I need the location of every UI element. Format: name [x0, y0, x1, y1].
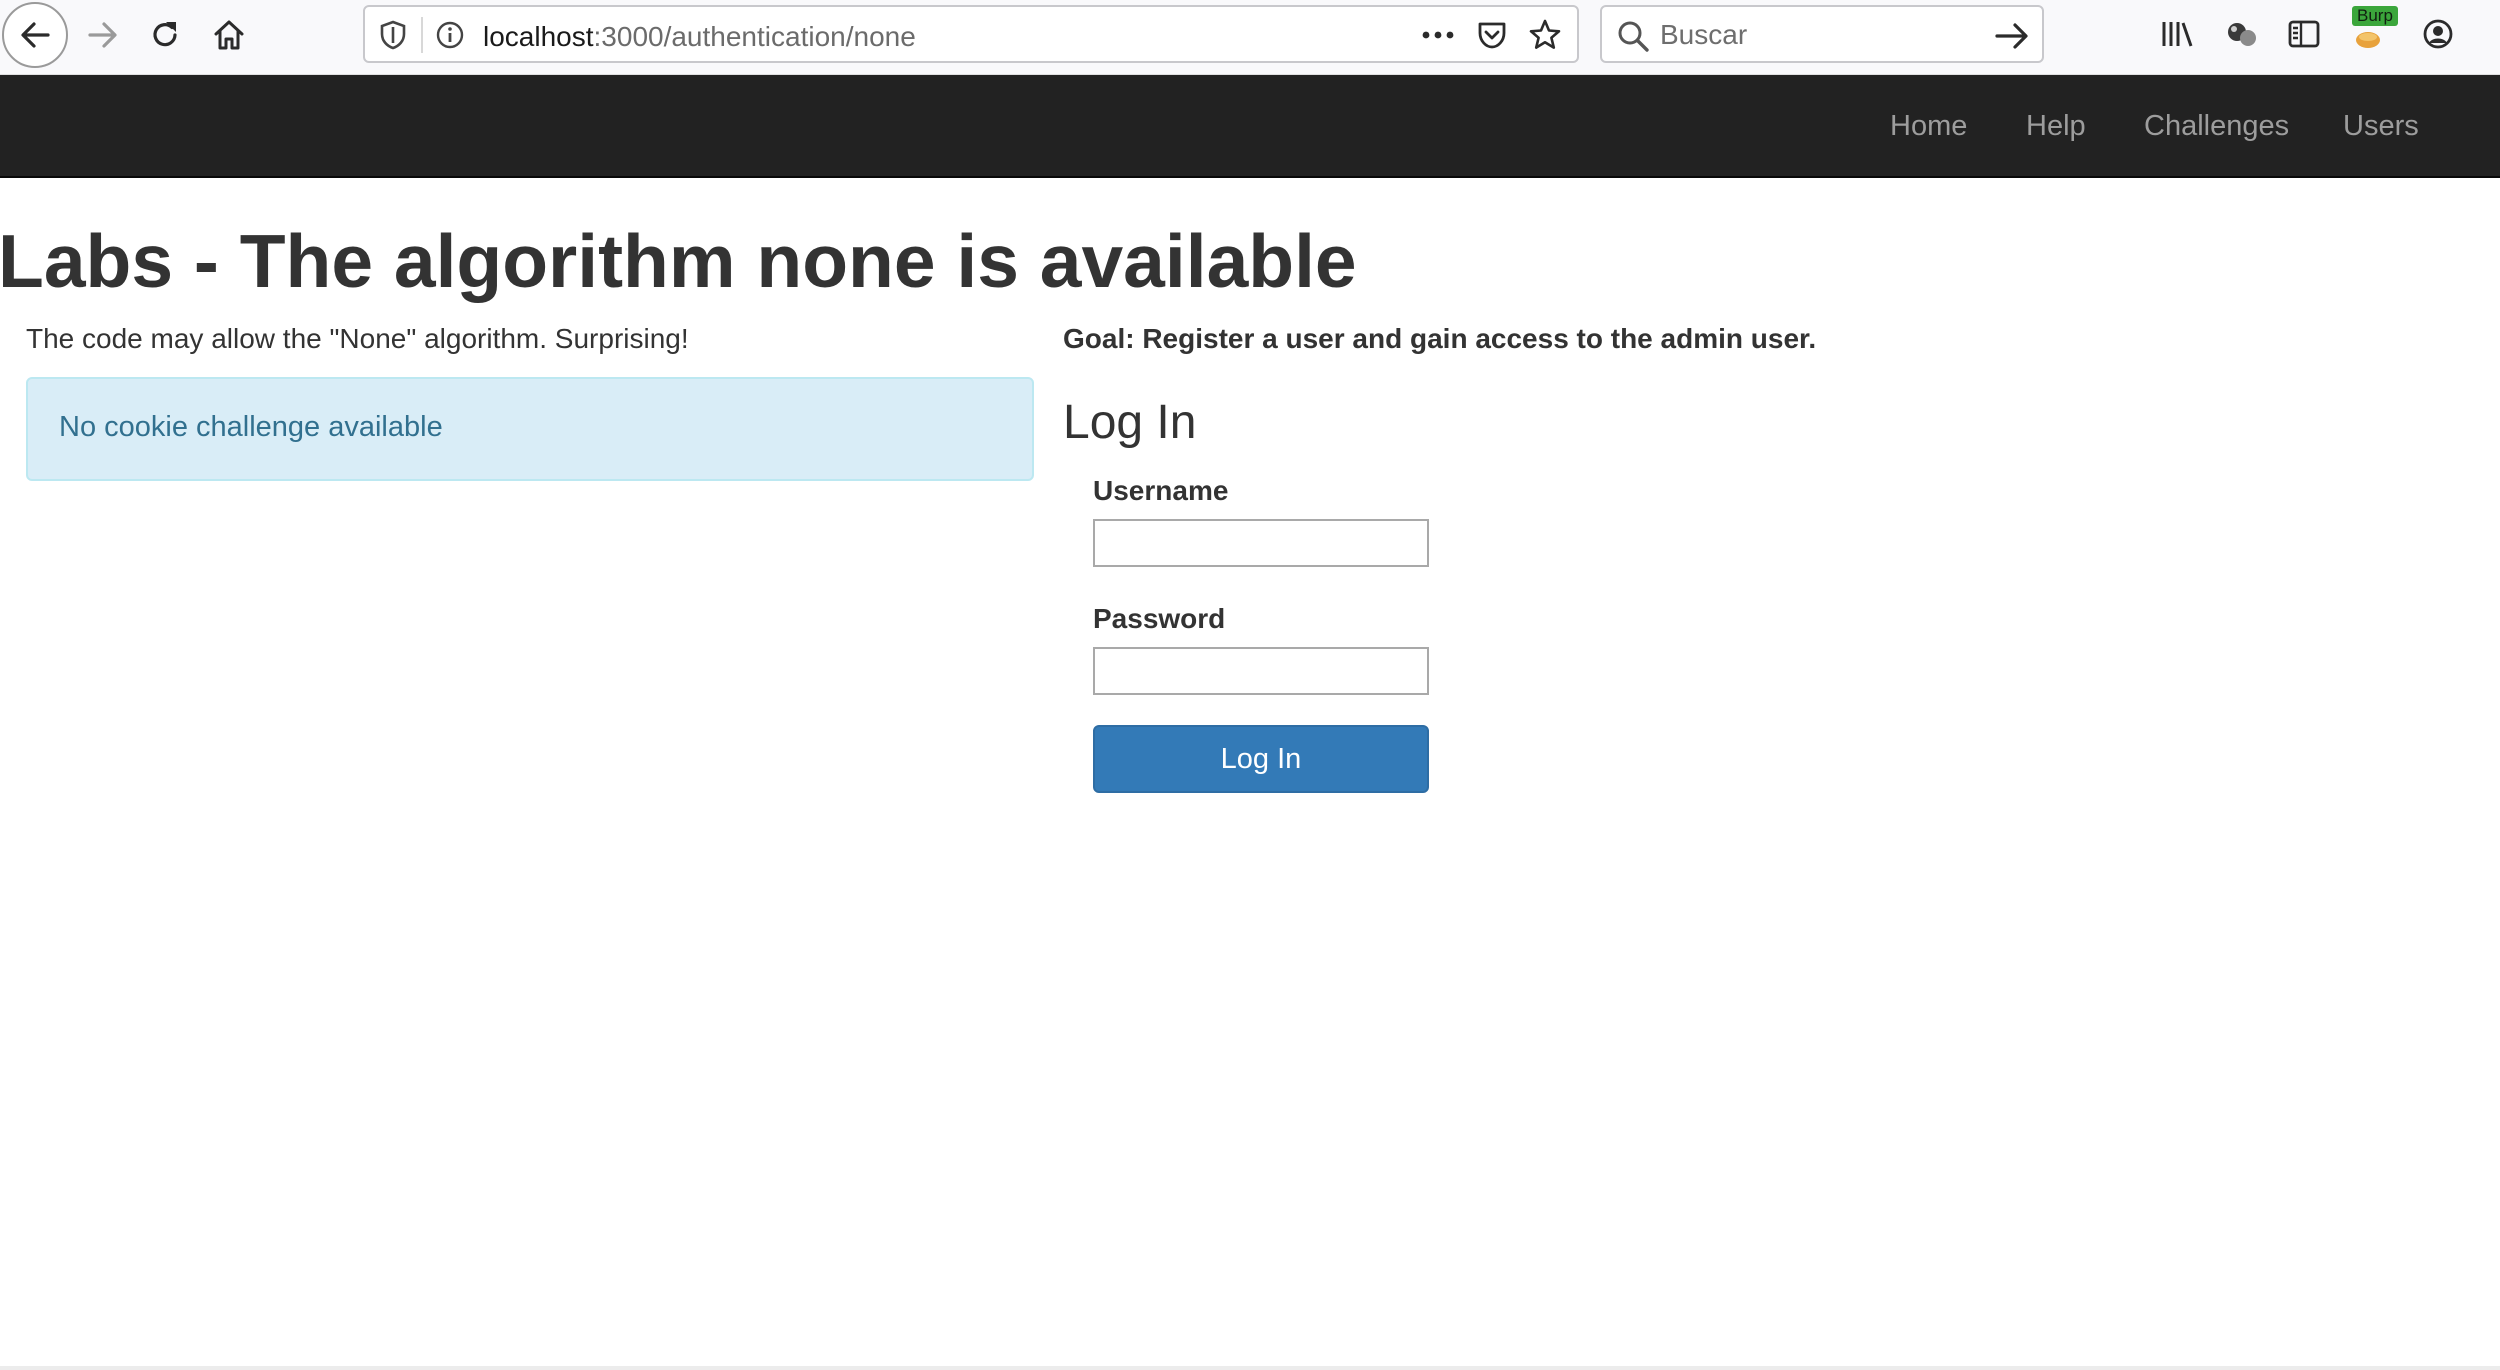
nav-users-link[interactable]: Users — [2343, 75, 2419, 178]
forward-arrow-icon — [88, 22, 117, 48]
account-icon — [2423, 19, 2453, 49]
library-button[interactable] — [2158, 14, 2198, 54]
reload-icon — [153, 22, 177, 47]
star-icon[interactable] — [1528, 18, 1562, 52]
username-field[interactable] — [1093, 519, 1429, 567]
back-button[interactable] — [2, 2, 68, 68]
challenge-description: The code may allow the "None" algorithm.… — [26, 323, 689, 354]
sidebar-icon — [2288, 20, 2320, 48]
extension-icon — [2228, 23, 2256, 46]
address-bar-separator — [421, 17, 423, 53]
burp-badge: Burp — [2352, 6, 2398, 26]
challenge-goal: Goal: Register a user and gain access to… — [1063, 323, 1817, 354]
sidebar-button[interactable] — [2284, 14, 2324, 54]
nav-help-link[interactable]: Help — [2026, 75, 2086, 178]
url-path: :3000/authentication/none — [593, 21, 916, 52]
login-heading: Log In — [1063, 396, 1197, 449]
info-alert-text: No cookie challenge available — [59, 411, 443, 443]
info-icon[interactable] — [435, 20, 465, 50]
shield-icon[interactable] — [379, 20, 407, 50]
pocket-icon[interactable] — [1475, 18, 1509, 52]
window-bottom-edge — [0, 1366, 2500, 1370]
library-icon — [2162, 22, 2193, 47]
username-label: Username — [1093, 475, 1229, 506]
address-bar[interactable]: localhost:3000/authentication/none — [363, 5, 1579, 63]
search-icon — [1618, 21, 1649, 52]
home-button[interactable] — [204, 10, 254, 60]
page-title: Labs - The algorithm none is available — [0, 219, 1357, 303]
browser-toolbar: localhost:3000/authentication/none Busca… — [0, 0, 2500, 75]
extension-button[interactable] — [2222, 14, 2262, 54]
more-dots-icon[interactable] — [1420, 20, 1456, 50]
reload-button[interactable] — [140, 10, 190, 60]
search-input[interactable] — [1660, 15, 1980, 55]
url-host: localhost — [483, 21, 594, 52]
site-navbar: Home Help Challenges Users — [0, 75, 2500, 178]
back-arrow-icon — [21, 22, 50, 48]
info-alert: No cookie challenge available — [26, 377, 1034, 481]
account-button[interactable] — [2418, 14, 2458, 54]
password-field[interactable] — [1093, 647, 1429, 695]
nav-challenges-link[interactable]: Challenges — [2144, 75, 2289, 178]
url-text[interactable]: localhost:3000/authentication/none — [483, 21, 916, 53]
search-bar[interactable] — [1600, 5, 2044, 63]
home-icon — [214, 20, 244, 50]
forward-button[interactable] — [78, 10, 128, 60]
login-button[interactable]: Log In — [1093, 725, 1429, 793]
nav-home-link[interactable]: Home — [1890, 75, 1967, 178]
go-arrow-icon[interactable] — [1994, 19, 2030, 53]
password-label: Password — [1093, 603, 1226, 634]
